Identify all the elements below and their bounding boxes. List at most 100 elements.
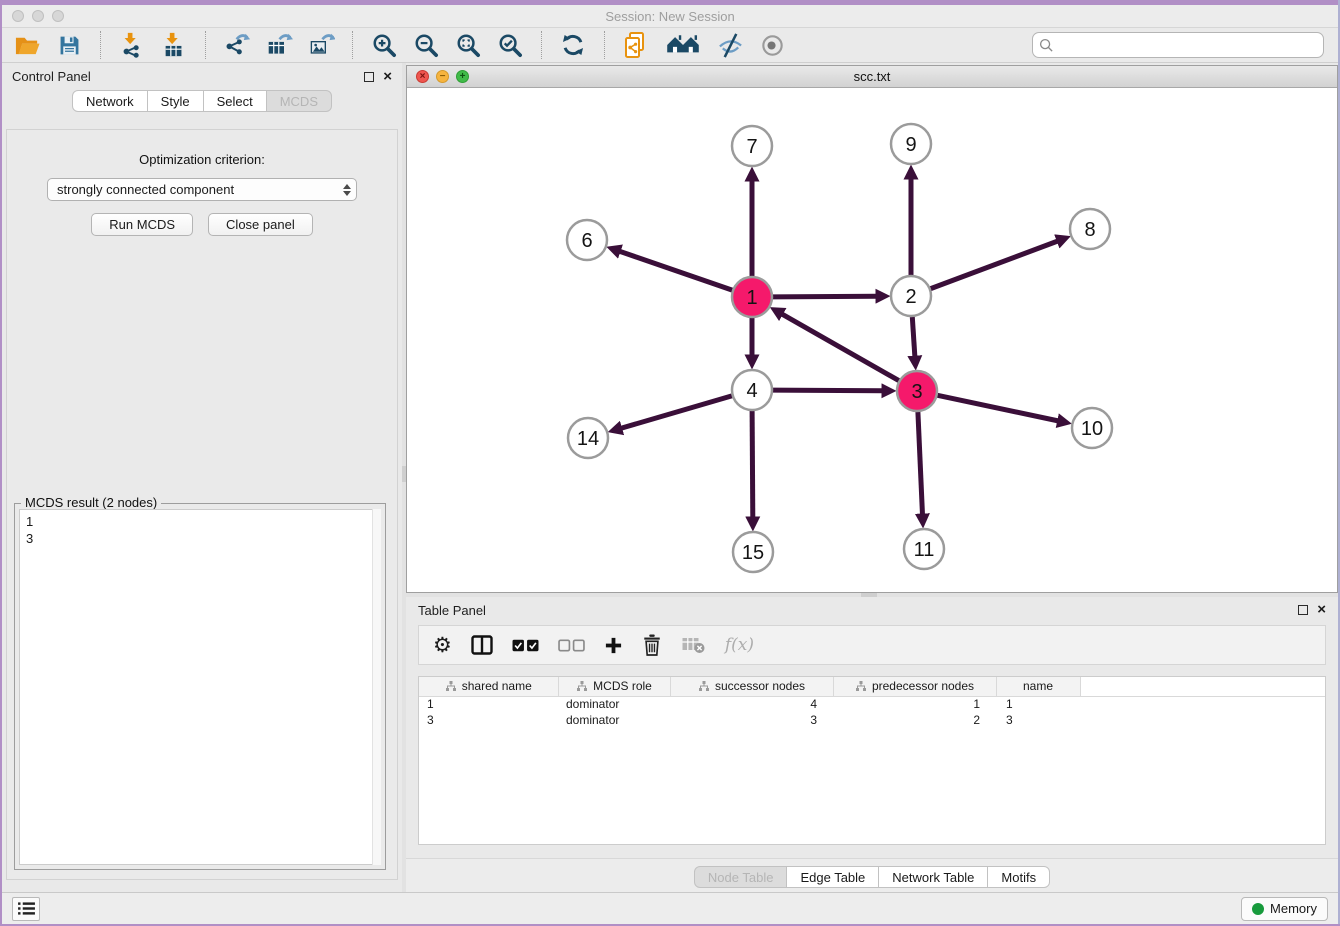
run-mcds-button[interactable]: Run MCDS — [91, 213, 193, 236]
window-frame — [0, 0, 2, 926]
tab-edge-table[interactable]: Edge Table — [786, 866, 879, 888]
column-header-shared-name[interactable]: shared name — [419, 677, 558, 696]
close-panel-icon[interactable]: × — [383, 72, 392, 82]
table-cell: 1 — [833, 696, 996, 712]
column-sort-icon — [445, 680, 457, 692]
table-cell: 2 — [833, 712, 996, 728]
network-minimize-button[interactable]: − — [436, 70, 449, 83]
graph-edge-2-8[interactable] — [931, 241, 1058, 289]
column-header-successor-nodes[interactable]: successor nodes — [670, 677, 833, 696]
mcds-result-text[interactable]: 1 3 — [19, 509, 381, 865]
tab-node-table[interactable]: Node Table — [694, 866, 788, 888]
close-panel-button[interactable]: Close panel — [208, 213, 313, 236]
select-stepper-icon — [343, 184, 351, 196]
settings-gear-icon[interactable]: ⚙ — [433, 635, 452, 656]
save-session-icon[interactable] — [54, 30, 84, 60]
list-icon — [17, 901, 36, 916]
node-table: shared name MCDS role successor nodes pr… — [418, 676, 1326, 845]
select-all-checkboxes-icon[interactable] — [512, 639, 539, 652]
graph-edge-1-6[interactable] — [619, 251, 732, 290]
import-table-icon[interactable] — [159, 30, 189, 60]
float-panel-icon[interactable] — [1298, 605, 1308, 615]
delete-table-icon[interactable] — [681, 636, 706, 654]
zoom-selected-icon[interactable] — [495, 30, 525, 60]
graph-edge-1-2[interactable] — [773, 296, 877, 297]
network-title: scc.txt — [407, 69, 1337, 84]
criterion-select[interactable]: strongly connected component — [47, 178, 357, 201]
network-graph: 7968124314101511 — [407, 88, 1337, 592]
graph-node-label: 2 — [905, 286, 916, 308]
column-header-predecessor-nodes[interactable]: predecessor nodes — [833, 677, 996, 696]
graph-edge-4-15[interactable] — [752, 411, 753, 518]
export-network-icon[interactable] — [222, 30, 252, 60]
column-sort-icon — [855, 680, 867, 692]
graph-node-label: 9 — [905, 134, 916, 156]
close-panel-icon[interactable]: × — [1317, 605, 1326, 615]
tab-select[interactable]: Select — [203, 90, 267, 112]
export-table-icon[interactable] — [264, 30, 294, 60]
mcds-panel: Optimization criterion: strongly connect… — [6, 129, 398, 880]
zoom-fit-icon[interactable] — [453, 30, 483, 60]
hide-glasses-icon[interactable] — [715, 30, 745, 60]
table-row[interactable]: 1dominator411 — [419, 696, 1325, 712]
column-sort-icon — [698, 680, 710, 692]
refresh-layout-icon[interactable] — [558, 30, 588, 60]
graph-edge-4-14[interactable] — [621, 396, 732, 429]
open-session-icon[interactable] — [12, 30, 42, 60]
window-title: Session: New Session — [2, 9, 1338, 24]
clone-network-icon[interactable] — [621, 30, 651, 60]
table-cell: 3 — [670, 712, 833, 728]
float-panel-icon[interactable] — [364, 72, 374, 82]
network-window: scc.txt × − + 7968124314101511 — [406, 65, 1338, 593]
table-cell: 4 — [670, 696, 833, 712]
graph-edge-3-10[interactable] — [938, 395, 1059, 421]
deselect-all-checkboxes-icon[interactable] — [558, 639, 585, 652]
search-box[interactable] — [1032, 32, 1324, 58]
column-header-mcds-role[interactable]: MCDS role — [558, 677, 670, 696]
table-cell-filler — [1080, 696, 1325, 712]
tab-motifs[interactable]: Motifs — [987, 866, 1050, 888]
show-eye-icon[interactable] — [757, 30, 787, 60]
graph-edge-3-11[interactable] — [918, 412, 923, 515]
import-network-icon[interactable] — [117, 30, 147, 60]
zoom-in-icon[interactable] — [369, 30, 399, 60]
graph-node-label: 10 — [1081, 418, 1103, 440]
memory-button[interactable]: Memory — [1241, 897, 1328, 921]
table-panel-tabs: Node Table Edge Table Network Table Moti… — [406, 866, 1338, 888]
toolbar-separator — [352, 31, 353, 59]
zoom-out-icon[interactable] — [411, 30, 441, 60]
export-image-icon[interactable] — [306, 30, 336, 60]
tab-network[interactable]: Network — [72, 90, 148, 112]
network-titlebar[interactable]: scc.txt × − + — [407, 66, 1337, 88]
graph-node-label: 1 — [746, 287, 757, 309]
graph-node-label: 7 — [746, 136, 757, 158]
add-column-icon[interactable] — [604, 636, 623, 655]
tab-style[interactable]: Style — [147, 90, 204, 112]
home-icon[interactable] — [663, 30, 703, 60]
criterion-value: strongly connected component — [57, 182, 343, 197]
column-header-name[interactable]: name — [996, 677, 1080, 696]
function-builder-icon[interactable]: f(x) — [725, 635, 754, 655]
graph-node-label: 6 — [581, 230, 592, 252]
column-sort-icon — [576, 680, 588, 692]
node-table-body: 1dominator4113dominator323 — [419, 696, 1325, 728]
tab-network-table[interactable]: Network Table — [878, 866, 988, 888]
toolbar-separator — [604, 31, 605, 59]
result-scrollbar[interactable] — [372, 509, 381, 865]
graph-edge-3-1[interactable] — [782, 314, 899, 381]
delete-column-icon[interactable] — [642, 634, 662, 656]
table-cell: 1 — [996, 696, 1080, 712]
network-close-button[interactable]: × — [416, 70, 429, 83]
network-canvas[interactable]: 7968124314101511 — [407, 88, 1337, 592]
status-bar: Memory — [2, 892, 1338, 924]
task-history-button[interactable] — [12, 897, 40, 921]
tab-mcds[interactable]: MCDS — [266, 90, 332, 112]
search-input[interactable] — [1058, 38, 1317, 53]
table-row[interactable]: 3dominator323 — [419, 712, 1325, 728]
graph-edge-4-3[interactable] — [773, 390, 883, 391]
memory-status-icon — [1252, 903, 1264, 915]
column-layout-icon[interactable] — [471, 635, 493, 655]
network-maximize-button[interactable]: + — [456, 70, 469, 83]
graph-edge-2-3[interactable] — [912, 317, 915, 357]
toolbar-separator — [100, 31, 101, 59]
